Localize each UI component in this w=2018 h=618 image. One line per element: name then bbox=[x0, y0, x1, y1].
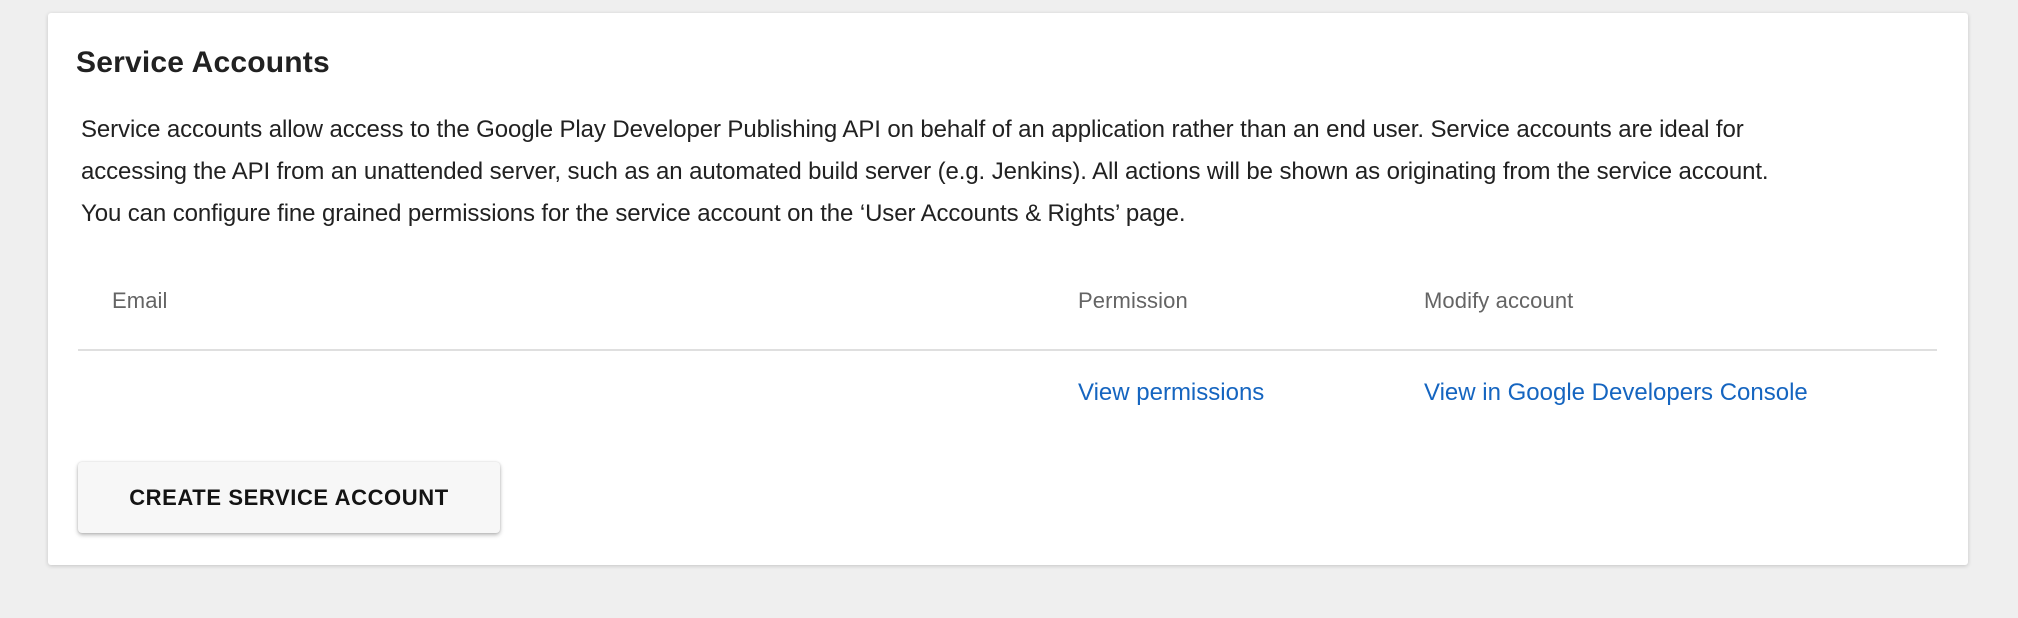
description-line: accessing the API from an unattended ser… bbox=[81, 158, 1769, 185]
table-divider bbox=[78, 349, 1937, 351]
view-in-developers-console-link[interactable]: View in Google Developers Console bbox=[1424, 379, 1808, 406]
table-header-row: Email Permission Modify account bbox=[80, 281, 1936, 321]
view-permissions-link[interactable]: View permissions bbox=[1078, 379, 1264, 406]
permission-cell: View permissions bbox=[1078, 379, 1424, 407]
service-accounts-description: Service accounts allow access to the Goo… bbox=[81, 109, 1938, 235]
table-row: View permissions View in Google Develope… bbox=[80, 371, 1936, 415]
page-background: Service Accounts Service accounts allow … bbox=[0, 0, 2018, 618]
column-header-permission: Permission bbox=[1078, 288, 1188, 313]
description-line: Service accounts allow access to the Goo… bbox=[81, 116, 1744, 143]
service-accounts-card: Service Accounts Service accounts allow … bbox=[48, 13, 1968, 565]
create-service-account-button[interactable]: CREATE SERVICE ACCOUNT bbox=[78, 462, 500, 533]
column-header-modify-account: Modify account bbox=[1424, 288, 1574, 313]
page-title: Service Accounts bbox=[76, 46, 330, 79]
description-line: You can configure fine grained permissio… bbox=[81, 200, 1186, 227]
column-header-email: Email bbox=[112, 288, 168, 313]
modify-account-cell: View in Google Developers Console bbox=[1424, 379, 1936, 407]
